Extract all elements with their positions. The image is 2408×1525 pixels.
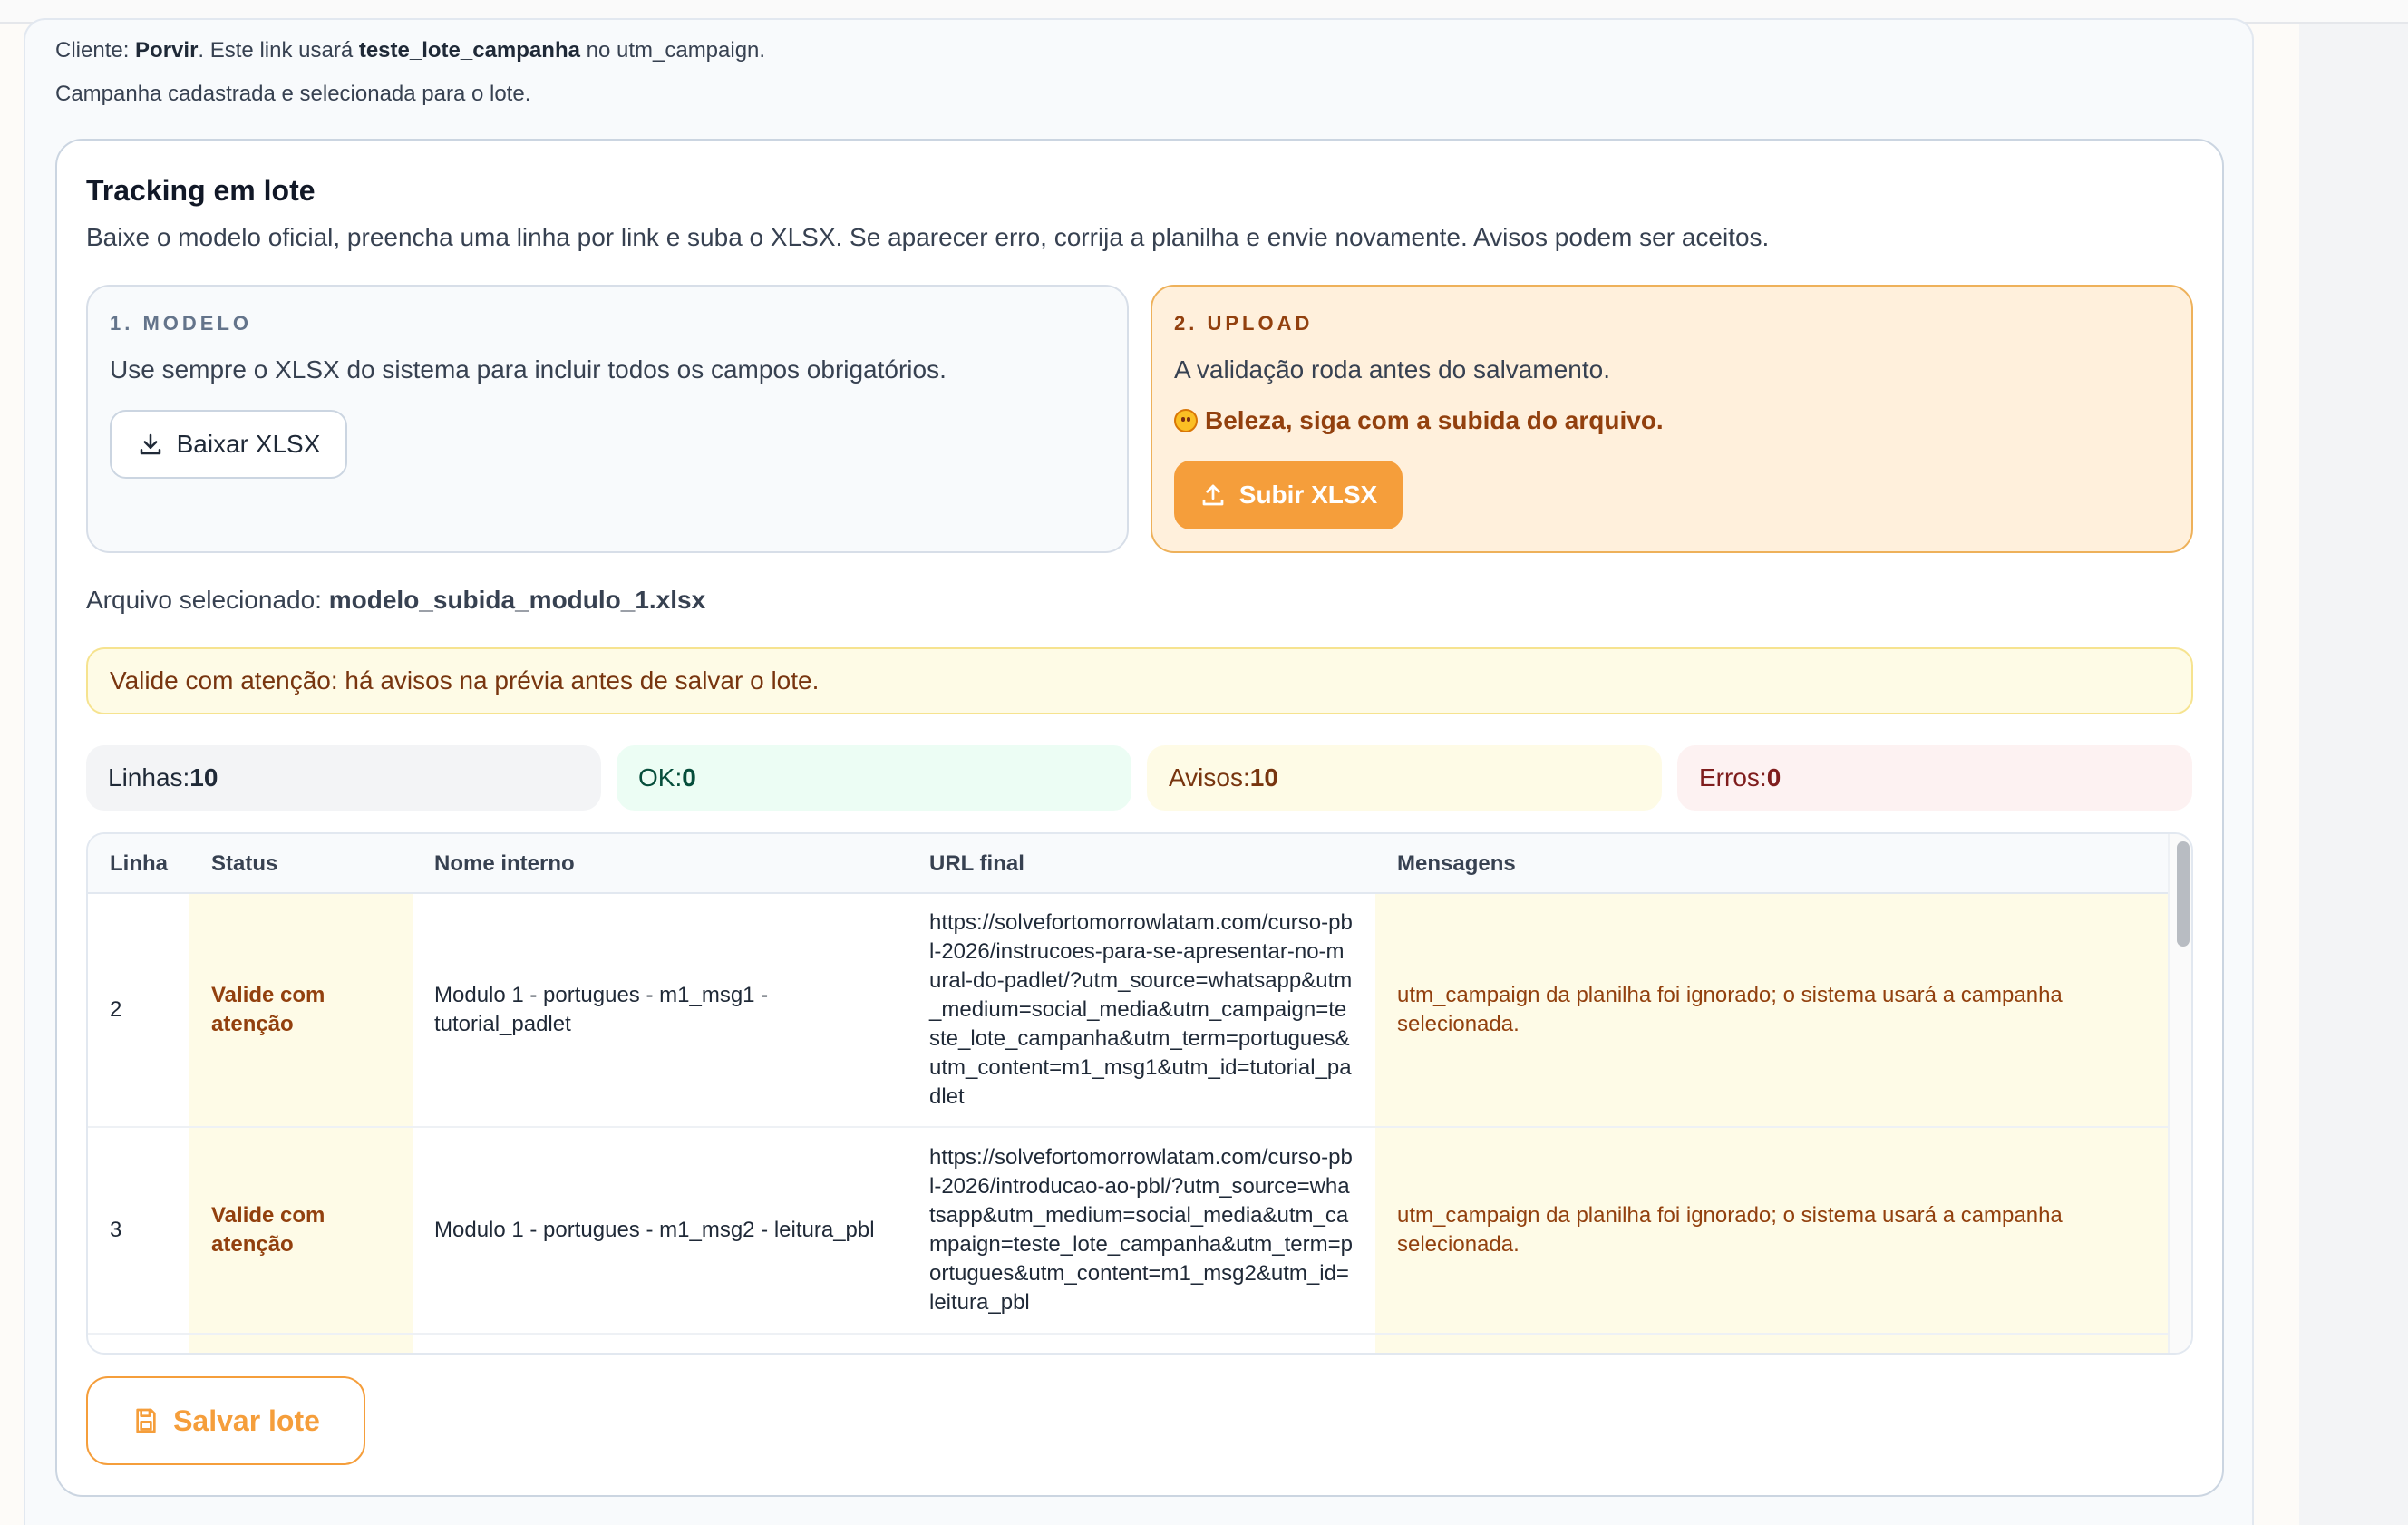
smile-emoji-icon (1174, 409, 1198, 432)
download-icon (137, 431, 164, 458)
client-name: Porvir (135, 38, 199, 63)
right-side-pane (2299, 24, 2408, 1525)
cell-status (189, 1335, 413, 1353)
cell-line: 3 (110, 1218, 122, 1242)
cell-status: Valide com atenção (189, 894, 413, 1126)
stat-ok-label: OK: (638, 763, 683, 792)
cell-message (1375, 1335, 2168, 1353)
cell-name: Modulo 1 - portugues - m1_msg1 - tutoria… (434, 983, 769, 1036)
upload-xlsx-button[interactable]: Subir XLSX (1174, 461, 1403, 529)
table-row: 2 Valide com atenção Modulo 1 - portugue… (88, 894, 2168, 1128)
stat-warnings-value: 10 (1249, 763, 1278, 792)
cell-url: https://solvefortomorrowlatam.com/curso-… (929, 910, 1353, 1109)
cell-message: utm_campaign da planilha foi ignorado; o… (1375, 1128, 2168, 1333)
step-upload-label: 2. UPLOAD (1174, 312, 1314, 335)
save-batch-button[interactable]: Salvar lote (86, 1376, 365, 1465)
stat-warnings-label: Avisos: (1169, 763, 1250, 792)
cell-name: Modulo 1 - portugues - m1_msg2 - leitura… (434, 1218, 875, 1242)
stat-errors-label: Erros: (1699, 763, 1767, 792)
cell-url: https://solvefortomorrowlatam.com/curso-… (929, 1145, 1353, 1315)
save-button-label: Salvar lote (173, 1404, 320, 1437)
table-row-partial (88, 1335, 2168, 1353)
step-upload-card: 2. UPLOAD A validação roda antes do salv… (1151, 285, 2193, 553)
preview-table[interactable]: Linha Status Nome interno URL final Mens… (86, 832, 2193, 1355)
upload-hint-text: Beleza, siga com a subida do arquivo. (1205, 406, 1664, 434)
step-model-label: 1. MODELO (110, 312, 253, 335)
step-model-card: 1. MODELO Use sempre o XLSX do sistema p… (86, 285, 1129, 553)
save-icon (131, 1406, 160, 1435)
column-header-url: URL final (929, 851, 1024, 876)
step-model-text: Use sempre o XLSX do sistema para inclui… (110, 355, 947, 384)
warning-banner: Valide com atenção: há avisos na prévia … (86, 647, 2193, 714)
column-header-name: Nome interno (434, 851, 575, 876)
client-prefix: Cliente: (55, 38, 136, 63)
table-scrollbar-thumb[interactable] (2177, 841, 2190, 947)
campaign-note: Campanha cadastrada e selecionada para o… (55, 82, 531, 106)
table-row: 3 Valide com atenção Modulo 1 - portugue… (88, 1128, 2168, 1335)
stat-lines-label: Linhas: (108, 763, 190, 792)
stat-ok-value: 0 (682, 763, 696, 792)
panel-title: Tracking em lote (86, 174, 316, 207)
cell-url (908, 1335, 1375, 1353)
upload-icon (1199, 481, 1227, 509)
stat-errors: Erros: 0 (1677, 745, 2192, 811)
stat-ok: OK: 0 (617, 745, 1131, 811)
cell-line: 2 (110, 997, 122, 1022)
campaign-name: teste_lote_campanha (358, 38, 580, 63)
stat-lines: Linhas: 10 (86, 745, 601, 811)
column-header-status: Status (211, 851, 278, 876)
cell-line (88, 1335, 189, 1353)
cell-status: Valide com atenção (189, 1128, 413, 1333)
stat-errors-value: 0 (1766, 763, 1782, 792)
cell-message: utm_campaign da planilha foi ignorado; o… (1375, 894, 2168, 1126)
client-info: Cliente: Porvir. Este link usará teste_l… (55, 38, 765, 63)
upload-button-label: Subir XLSX (1238, 481, 1378, 509)
download-button-label: Baixar XLSX (176, 430, 321, 458)
panel-description: Baixe o modelo oficial, preencha uma lin… (86, 223, 1770, 251)
selected-file: Arquivo selecionado: modelo_subida_modul… (86, 586, 705, 615)
stat-lines-value: 10 (189, 763, 218, 792)
selected-file-label: Arquivo selecionado: (86, 586, 329, 614)
download-xlsx-button[interactable]: Baixar XLSX (110, 410, 347, 479)
cell-name (413, 1335, 908, 1353)
column-header-messages: Mensagens (1397, 851, 1516, 876)
upload-hint: Beleza, siga com a subida do arquivo. (1174, 406, 1664, 435)
table-header: Linha Status Nome interno URL final Mens… (88, 834, 2168, 894)
client-suffix: no utm_campaign. (579, 38, 766, 63)
table-scrollbar[interactable] (2168, 834, 2191, 1353)
column-header-line: Linha (110, 851, 168, 876)
step-upload-text: A validação roda antes do salvamento. (1174, 355, 1610, 384)
client-mid: . Este link usará (198, 38, 359, 63)
selected-file-name: modelo_subida_modulo_1.xlsx (328, 586, 706, 614)
stat-warnings: Avisos: 10 (1147, 745, 1662, 811)
